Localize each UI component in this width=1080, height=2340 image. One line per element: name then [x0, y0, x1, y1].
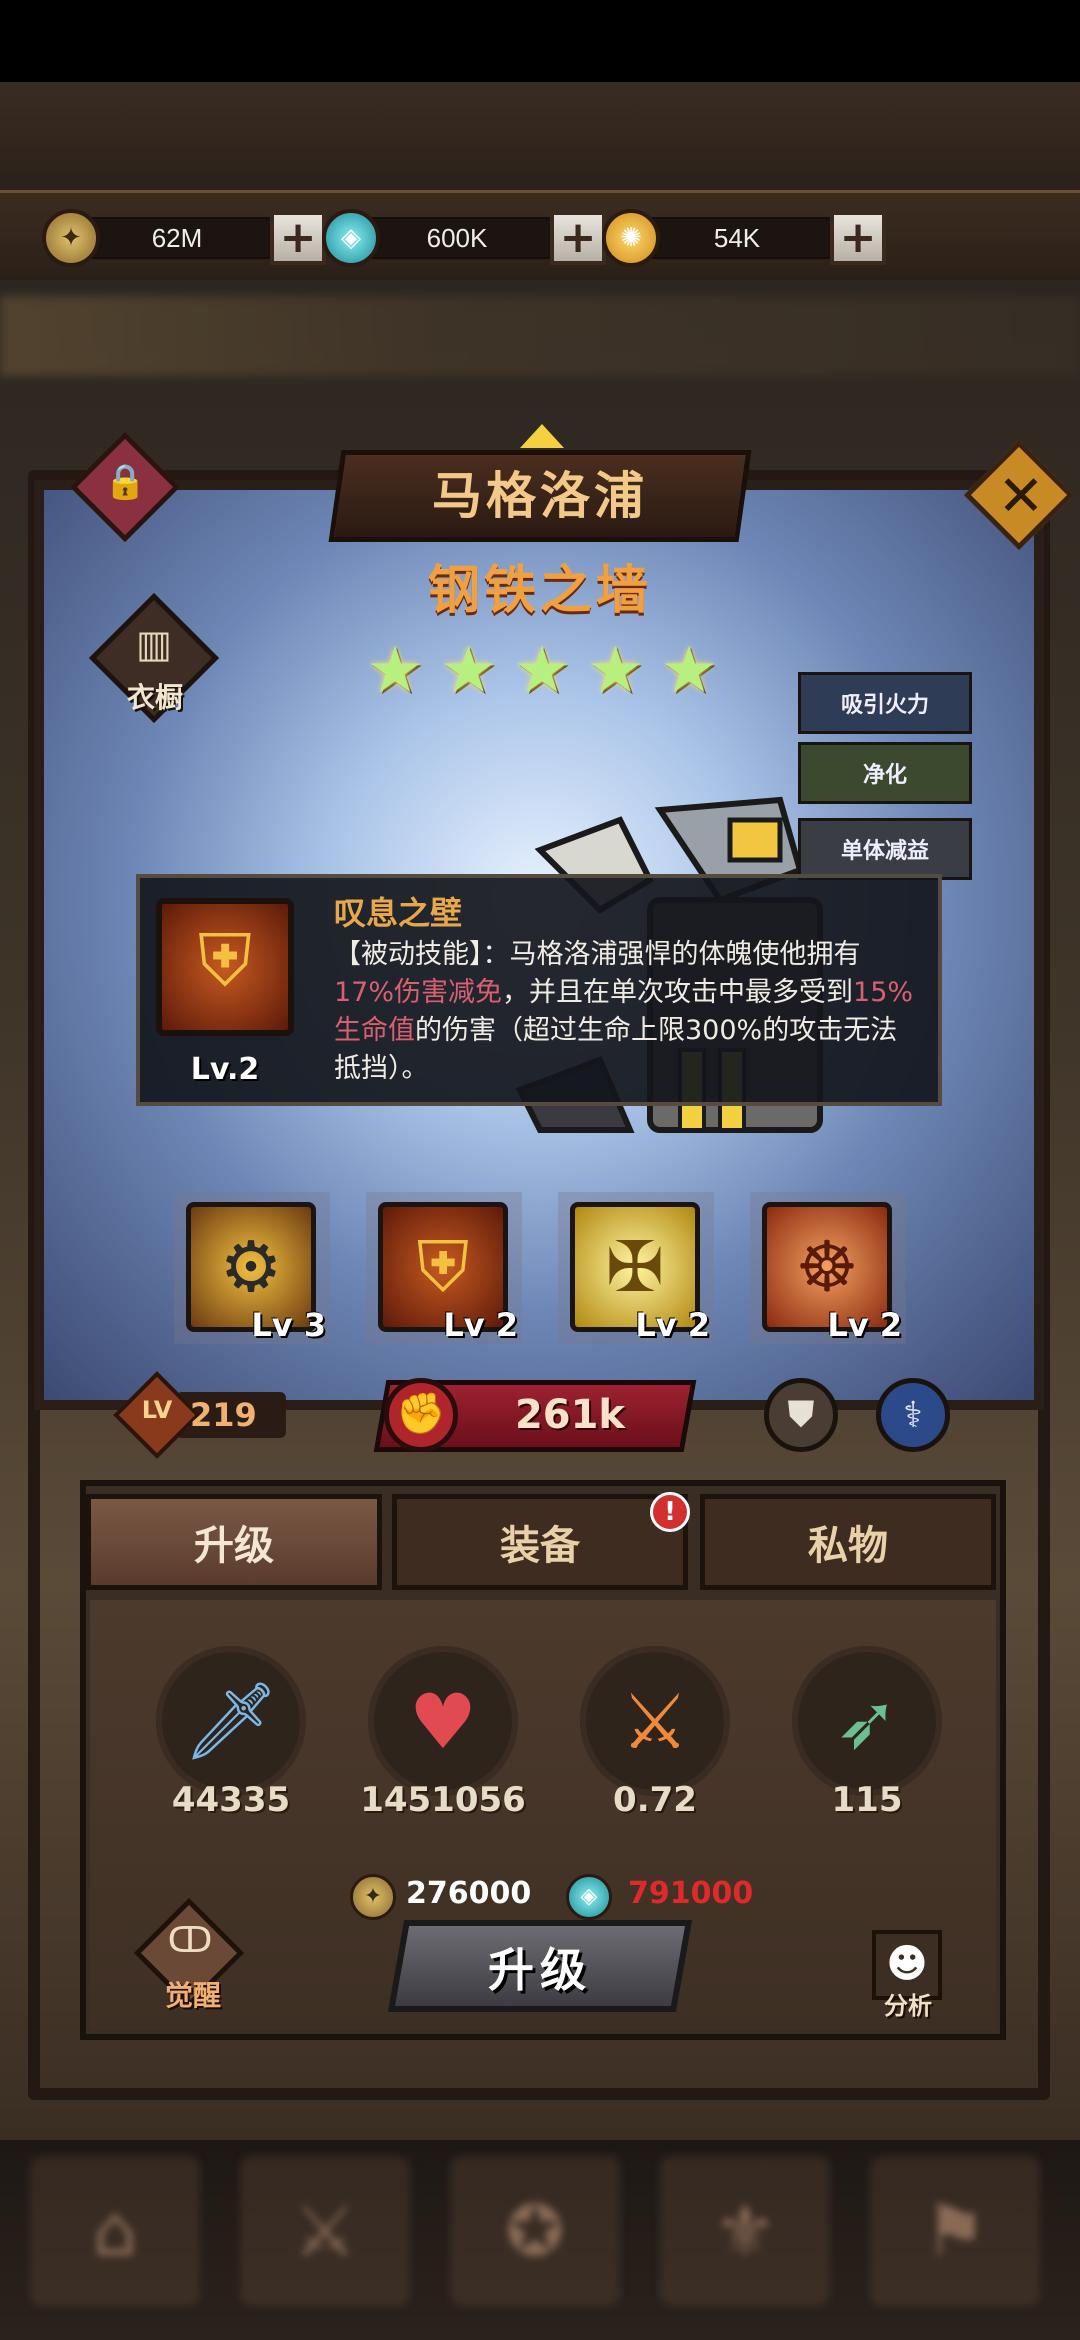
role-tag-taunt: 吸引火力 — [798, 672, 972, 734]
add-gold-button[interactable]: + — [270, 211, 326, 265]
skill-level: Lv 2 — [635, 1306, 710, 1344]
up-arrow-icon — [520, 424, 564, 448]
analyze-label: 分析 — [884, 1992, 932, 2020]
gold-currency: ✦ 62M + — [42, 207, 332, 269]
star-icon: ★ — [513, 634, 571, 708]
energy-currency: ✺ 54K + — [602, 207, 892, 269]
lock-icon: 🔒 — [104, 462, 147, 502]
role-tag-debuff: 单体减益 — [798, 818, 972, 880]
wardrobe-icon: ▥ — [136, 622, 172, 666]
gold-value: 62M — [151, 223, 203, 253]
level-label: LV — [141, 1396, 173, 1424]
attack-value: 44335 — [171, 1780, 291, 1820]
skill-slot-1[interactable]: ⚙ Lv 3 — [174, 1192, 330, 1344]
tab-equipment[interactable]: 装备 — [392, 1494, 688, 1590]
arrow-icon: ➶ — [792, 1646, 942, 1796]
power-value: 261k — [514, 1392, 626, 1438]
armor-shield-icon: ⛊ — [787, 1394, 815, 1435]
desc-text: 【被动技能】：马格洛浦强悍的体魄使他拥有 — [334, 939, 861, 970]
skill-level: Lv 2 — [827, 1306, 902, 1344]
tooltip-skill-level: Lv.2 — [190, 1052, 260, 1087]
nav-home-icon[interactable]: ⌂ — [30, 2156, 200, 2306]
sunglasses-face-icon: ☻ — [886, 1941, 928, 1987]
close-icon: ✕ — [997, 464, 1045, 529]
skill-slot-4[interactable]: ☸ Lv 2 — [750, 1192, 906, 1344]
gem-value: 600K — [426, 223, 488, 253]
add-energy-button[interactable]: + — [830, 211, 886, 265]
desc-highlight: 17%伤害减免 — [334, 977, 503, 1008]
blurred-background-row — [0, 296, 1080, 376]
class-type-button[interactable]: ⚕ — [876, 1378, 950, 1452]
energy-value: 54K — [713, 223, 761, 253]
shield-crest-icon: ⛨ — [197, 918, 252, 1002]
star-icon: ★ — [586, 634, 645, 708]
tab-upgrade[interactable]: 升级 — [86, 1494, 382, 1590]
skill-level: Lv 2 — [443, 1306, 518, 1344]
role-tag-purify: 净化 — [798, 742, 972, 804]
gem-cost: 791000 — [628, 1876, 754, 1911]
staff-class-icon: ⚕ — [903, 1394, 923, 1436]
equipment-alert-badge: ! — [650, 1492, 690, 1532]
heart-icon: ♥ — [368, 1646, 518, 1796]
crystal-gem-icon: ◈ — [566, 1874, 612, 1920]
skill-slot-3[interactable]: ✠ Lv 2 — [558, 1192, 714, 1344]
nav-heroes-icon[interactable]: ⚔ — [240, 2156, 410, 2306]
hero-name: 马格洛浦 — [432, 467, 648, 525]
tooltip-skill-name: 叹息之壁 — [334, 894, 463, 932]
skill-slot-2[interactable]: ⛨ Lv 2 — [366, 1192, 522, 1344]
awaken-label: 觉醒 — [164, 1979, 221, 2012]
crit-value: 0.72 — [613, 1780, 697, 1820]
star-icon: ★ — [439, 634, 498, 708]
gold-cost: 276000 — [406, 1876, 532, 1911]
wardrobe-label: 衣橱 — [126, 681, 183, 714]
skill-level: Lv 3 — [251, 1306, 326, 1344]
desc-text: 的伤害（超过生命上限300%的攻击无法抵挡）。 — [334, 1015, 898, 1084]
star-icon: ★ — [366, 634, 424, 708]
gem-currency: ◈ 600K + — [322, 207, 612, 269]
top-band — [0, 82, 1080, 194]
tooltip-skill-description: 【被动技能】：马格洛浦强悍的体魄使他拥有 17%伤害减免，并且在单次攻击中最多受到… — [334, 936, 914, 1088]
tab-private-items[interactable]: 私物 — [700, 1494, 996, 1590]
nav-summon-icon[interactable]: ⚜ — [660, 2156, 830, 2306]
add-gem-button[interactable]: + — [550, 211, 606, 265]
upgrade-button-label: 升级 — [488, 1943, 592, 1997]
armor-type-button[interactable]: ⛊ — [764, 1378, 838, 1452]
crit-slash-icon: ⚔ — [580, 1646, 730, 1796]
awaken-flame-icon: ↀ — [167, 1920, 213, 1961]
hero-title: 钢铁之墙 — [427, 561, 652, 621]
sword-icon: 🗡 — [156, 1646, 306, 1796]
hero-star-rating: ★ ★ ★ ★ ★ — [362, 638, 722, 710]
level-value: 219 — [190, 1396, 257, 1434]
desc-text: ，并且在单次攻击中最多受到 — [502, 977, 854, 1008]
currency-bar: ✦ 62M + ◈ 600K + ✺ 54K + — [0, 190, 1080, 286]
gold-coin-icon: ✦ — [350, 1874, 396, 1920]
speed-value: 115 — [831, 1780, 903, 1820]
nav-adventure-icon[interactable]: ⚑ — [870, 2156, 1040, 2306]
status-bar — [0, 0, 1080, 82]
nav-guild-icon[interactable]: ✪ — [450, 2156, 620, 2306]
star-icon: ★ — [660, 634, 718, 708]
fist-icon: ✊ — [384, 1378, 458, 1452]
health-value: 1451056 — [360, 1780, 526, 1820]
